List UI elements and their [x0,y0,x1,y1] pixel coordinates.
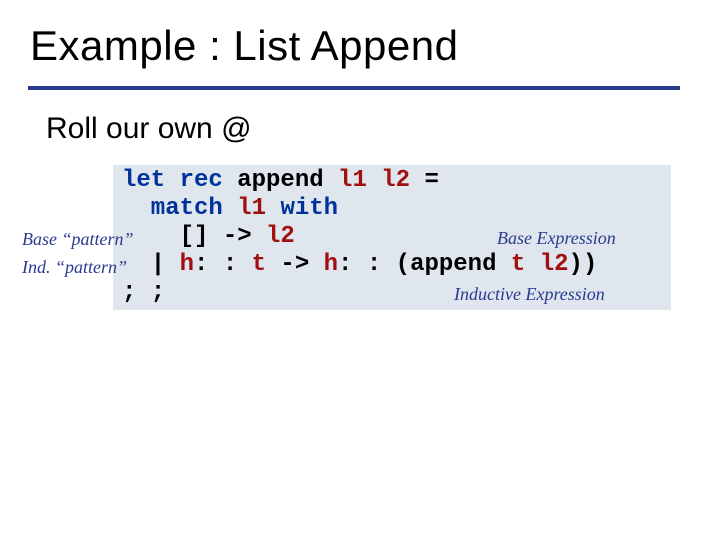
code-arrow2: -> [266,251,324,278]
title-underline [28,86,680,90]
code-h1: h [180,251,194,278]
slide-subtitle: Roll our own @ [46,112,252,146]
callout-inductive-pattern: Ind. “pattern” [22,257,127,278]
code-arg-l1: l1 [338,167,381,194]
code-t2: t [511,251,540,278]
code-pipe: | [122,251,180,278]
code-eq: = [424,167,438,194]
callout-inductive-expression: Inductive Expression [454,284,605,305]
code-l2b: l2 [540,251,569,278]
code-kw-match: match [122,195,237,222]
slide: Example : List Append Roll our own @ let… [0,0,720,540]
code-base-result: l2 [266,223,295,250]
code-kw-let-rec: let rec [122,167,237,194]
code-cons2: : : ( [338,251,410,278]
code-terminator: ; ; [122,279,165,306]
code-arg-l2: l2 [381,167,424,194]
code-cons1: : : [194,251,252,278]
code-rec-call: append [410,251,511,278]
code-kw-with: with [280,195,338,222]
callout-base-pattern: Base “pattern” [22,229,134,250]
slide-title: Example : List Append [30,22,458,70]
code-fn-name: append [237,167,338,194]
callout-base-expression: Base Expression [497,228,616,249]
code-nil-arrow: [] -> [122,223,266,250]
code-h2: h [324,251,338,278]
code-match-var: l1 [237,195,280,222]
code-t1: t [252,251,266,278]
code-close: )) [569,251,598,278]
